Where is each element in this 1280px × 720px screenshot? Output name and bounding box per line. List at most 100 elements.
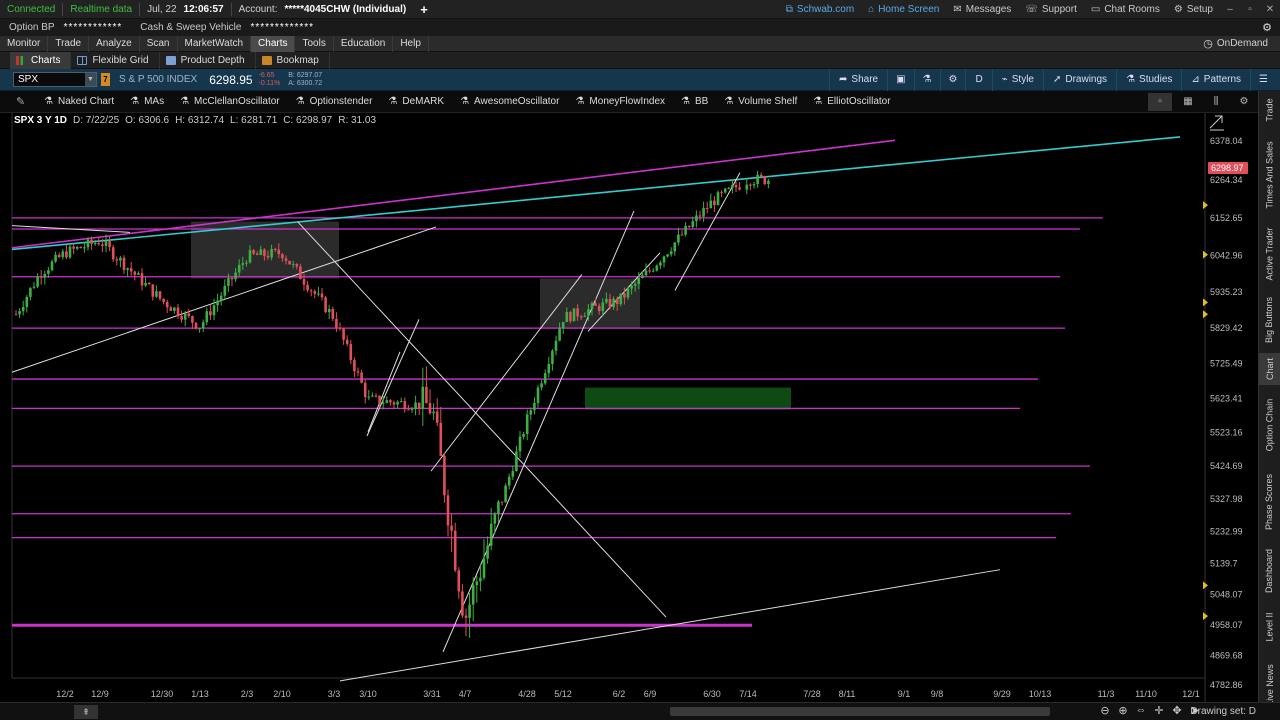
y-axis-tick-label: 5232.99	[1210, 526, 1243, 536]
candle-body	[29, 287, 32, 297]
chart-settings-button[interactable]: ⚙	[939, 68, 966, 91]
zoom-out-icon[interactable]: ⊖	[1097, 704, 1113, 717]
menu-charts[interactable]: Charts	[251, 35, 296, 52]
drag-icon[interactable]: ✥	[1169, 704, 1185, 717]
maximize-button[interactable]: ▫	[1240, 4, 1260, 15]
menu-trade[interactable]: Trade	[48, 35, 90, 52]
side-tab-level-ii[interactable]: Level II	[1259, 603, 1280, 651]
candle-body	[75, 246, 79, 249]
share-button[interactable]: ➦ Share	[829, 68, 887, 91]
patterns-button[interactable]: ⊿ Patterns	[1181, 68, 1250, 91]
subtab-flexible-grid[interactable]: Flexible Grid	[71, 51, 160, 69]
grid-layout-icon[interactable]: ▦	[1176, 93, 1200, 111]
menu-analyze[interactable]: Analyze	[89, 35, 140, 52]
side-tab-active-trader[interactable]: Active Trader	[1259, 221, 1280, 286]
candle-body	[630, 285, 633, 289]
support-link[interactable]: ☏ Support	[1018, 4, 1084, 15]
support-zone[interactable]	[585, 387, 791, 410]
candle-body	[608, 298, 612, 308]
time-label: 12:06:57	[183, 3, 224, 15]
candle-body	[263, 249, 266, 256]
schwab-link[interactable]: ⧉ Schwab.com	[779, 4, 861, 15]
account-selector[interactable]: *****4045CHW (Individual)	[285, 4, 414, 15]
menu-marketwatch[interactable]: MarketWatch	[178, 35, 252, 52]
symbol-input[interactable]: SPX ▼	[13, 72, 97, 87]
study-awesome-oscillator[interactable]: ⚗ AwesomeOscillator	[452, 91, 567, 113]
study-elliot-oscillator[interactable]: ⚗ ElliotOscillator	[805, 91, 898, 113]
chart-title[interactable]: SPX 3 Y 1D	[14, 115, 67, 126]
ondemand-button[interactable]: ◷ OnDemand	[1203, 37, 1280, 50]
close-button[interactable]: ✕	[1260, 4, 1280, 15]
style-button[interactable]: ⌁ Style	[991, 68, 1043, 91]
candles-icon	[16, 55, 26, 65]
candle-body	[25, 296, 29, 308]
menu-tools[interactable]: Tools	[295, 35, 334, 52]
pan-icon[interactable]: ⇔	[1133, 704, 1149, 717]
study-demark[interactable]: ⚗ DeMARK	[380, 91, 452, 113]
gear-icon[interactable]: ⚙	[1262, 21, 1272, 34]
candle-body	[644, 270, 648, 276]
candle-body	[684, 225, 687, 235]
side-tab-option-chain[interactable]: Option Chain	[1259, 387, 1280, 462]
more-button[interactable]: ☰	[1250, 68, 1276, 91]
study-bb[interactable]: ⚗ BB	[673, 91, 716, 113]
candle-body	[151, 284, 155, 297]
crosshair-icon[interactable]: ✛	[1151, 704, 1167, 717]
studies-button[interactable]: ⚗ Studies	[1116, 68, 1181, 91]
x-axis-tick-label: 1/13	[191, 689, 209, 699]
side-tab-dashboard[interactable]: Dashboard	[1259, 541, 1280, 601]
snapshot-button[interactable]: ▣	[887, 68, 913, 91]
side-tab-times-and-sales[interactable]: Times And Sales	[1259, 131, 1280, 219]
home-screen-link[interactable]: ⌂ Home Screen	[861, 4, 946, 15]
chevron-down-icon[interactable]: ▼	[85, 73, 96, 86]
candle-body	[43, 273, 47, 278]
data-mode: Realtime data	[70, 3, 133, 15]
messages-link[interactable]: ✉ Messages	[946, 4, 1018, 15]
menu-scan[interactable]: Scan	[140, 35, 178, 52]
candle-body	[417, 402, 421, 409]
pin-icon[interactable]: ✎	[16, 95, 36, 108]
study-optionstender[interactable]: ⚗ Optionstender	[288, 91, 381, 113]
candle-body	[583, 315, 587, 317]
single-layout-icon[interactable]: ▫	[1148, 92, 1172, 111]
collapse-icon[interactable]: ⇞	[74, 705, 98, 719]
study-mas[interactable]: ⚗ MAs	[122, 91, 172, 113]
period-button[interactable]: D	[965, 68, 991, 91]
time-scrollbar[interactable]	[670, 707, 1050, 716]
zoom-in-icon[interactable]: ⊕	[1115, 704, 1131, 717]
x-axis-tick-label: 7/28	[803, 689, 821, 699]
side-tab-phase-scores[interactable]: Phase Scores	[1259, 464, 1280, 539]
study-naked-chart[interactable]: ⚗ Naked Chart	[36, 91, 122, 113]
status-bar: Connected Realtime data Jul, 22 12:06:57…	[0, 0, 1280, 19]
menu-monitor[interactable]: Monitor	[0, 35, 49, 52]
price-chart[interactable]: 6378.04 6264.34 6152.65 6042.96 5935.23 5829.…	[0, 113, 1258, 703]
minimize-button[interactable]: –	[1220, 4, 1240, 15]
x-axis-tick-label: 11/3	[1098, 689, 1115, 699]
flask-button[interactable]: ⚗	[913, 68, 940, 91]
symbol-link-flag[interactable]: 7	[101, 73, 110, 86]
candle-body	[83, 247, 86, 249]
add-account-button[interactable]: +	[413, 2, 435, 17]
side-tab-chart[interactable]: Chart	[1259, 353, 1280, 385]
side-tab-big-buttons[interactable]: Big Buttons	[1259, 288, 1280, 351]
candle-body	[727, 187, 731, 189]
setup-link[interactable]: ⚙ Setup	[1167, 4, 1220, 15]
consolidation-zone[interactable]	[540, 278, 640, 329]
candle-body	[626, 288, 630, 298]
menu-help[interactable]: Help	[393, 35, 429, 52]
candle-body	[72, 246, 75, 249]
bars-icon[interactable]: ⫼	[1204, 93, 1228, 111]
study-mcclellan[interactable]: ⚗ McClellanOscillator	[172, 91, 288, 113]
subtab-charts[interactable]: Charts	[10, 51, 72, 69]
side-tab-trade[interactable]: Trade	[1259, 91, 1280, 129]
gear-icon[interactable]: ⚙	[1232, 93, 1256, 111]
menu-education[interactable]: Education	[334, 35, 394, 52]
chat-rooms-link[interactable]: ▭ Chat Rooms	[1084, 4, 1167, 15]
subtab-product-depth[interactable]: Product Depth	[160, 51, 256, 69]
study-money-flow-index[interactable]: ⚗ MoneyFlowIndex	[567, 91, 673, 113]
candle-body	[677, 234, 680, 243]
drawings-button[interactable]: ➚ Drawings	[1042, 68, 1116, 91]
study-volume-shelf[interactable]: ⚗ Volume Shelf	[716, 91, 805, 113]
subtab-bookmap[interactable]: Bookmap	[256, 51, 330, 69]
y-axis-tick-label: 5935.23	[1210, 287, 1243, 297]
